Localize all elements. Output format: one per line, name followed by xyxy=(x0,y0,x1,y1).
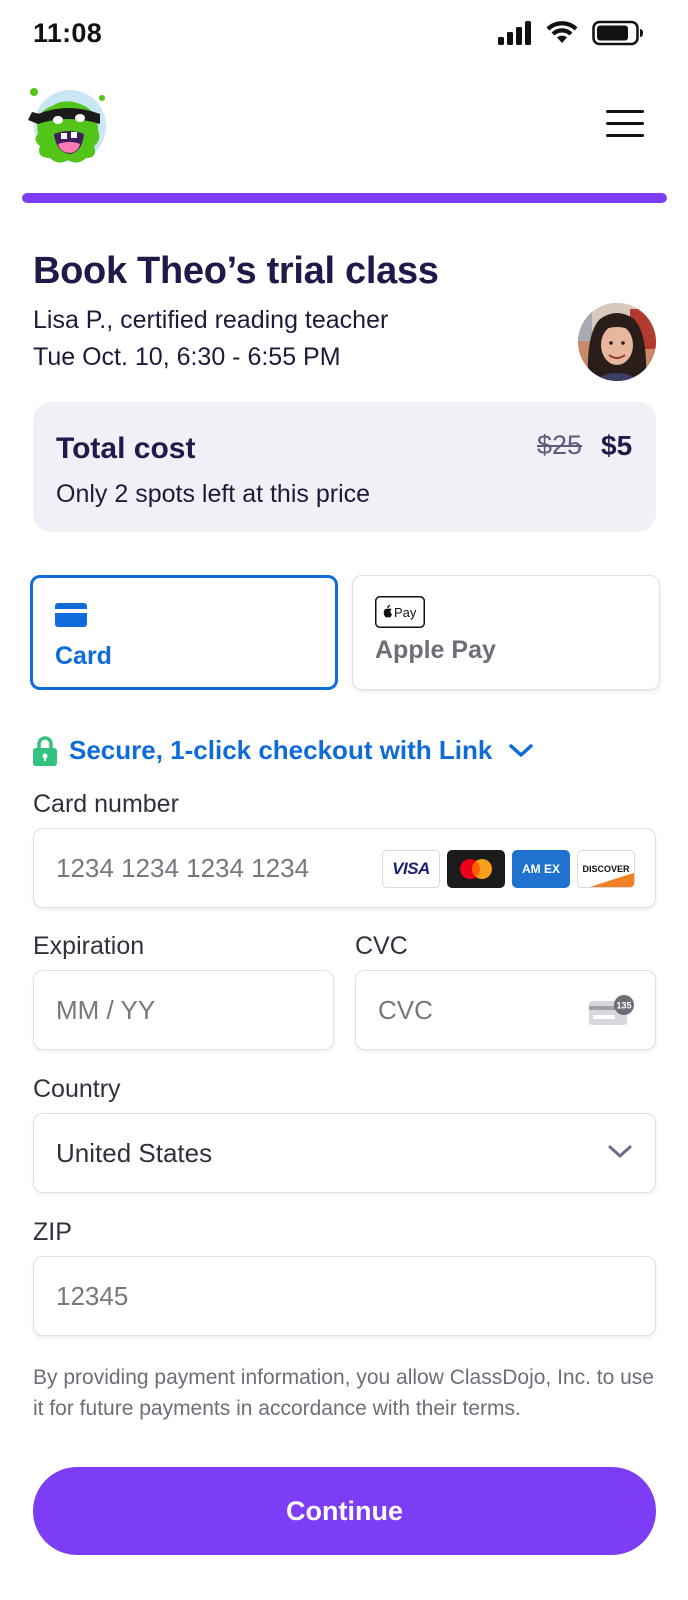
payment-disclaimer: By providing payment information, you al… xyxy=(33,1366,654,1420)
signal-icon xyxy=(498,21,531,45)
country-label: Country xyxy=(33,1075,121,1103)
chevron-down-icon xyxy=(509,743,534,757)
hamburger-menu-icon[interactable] xyxy=(606,110,644,142)
svg-text:135: 135 xyxy=(616,1001,631,1011)
link-checkout-toggle[interactable]: Secure, 1-click checkout with Link xyxy=(33,735,534,766)
menu-line xyxy=(606,110,644,113)
tab-card[interactable]: Card xyxy=(30,575,338,690)
class-datetime: Tue Oct. 10, 6:30 - 6:55 PM xyxy=(33,343,341,371)
total-cost-label: Total cost xyxy=(56,432,196,465)
mastercard-icon xyxy=(447,850,505,888)
discounted-price: $5 xyxy=(601,430,633,461)
total-cost-card: Total cost $25 $5 Only 2 spots left at t… xyxy=(33,402,656,532)
wifi-icon xyxy=(546,21,578,43)
cvc-input[interactable]: CVC 135 xyxy=(355,970,656,1050)
app-header xyxy=(0,80,688,180)
credit-card-icon xyxy=(55,603,87,627)
tab-apple-pay-label: Apple Pay xyxy=(375,636,496,664)
visa-icon: VISA xyxy=(382,850,440,888)
discover-icon: DISCOVER xyxy=(577,850,635,888)
expiration-label: Expiration xyxy=(33,932,145,960)
progress-fill xyxy=(22,193,667,203)
battery-icon xyxy=(592,20,643,46)
classdojo-logo-icon[interactable] xyxy=(24,84,110,168)
link-checkout-text: Secure, 1-click checkout with Link xyxy=(69,735,493,765)
country-value: United States xyxy=(56,1138,213,1168)
chevron-down-icon xyxy=(608,1145,632,1158)
card-number-placeholder: 1234 1234 1234 1234 xyxy=(56,853,310,883)
apple-pay-icon: Pay xyxy=(375,596,425,628)
menu-line xyxy=(606,122,644,125)
discover-text: DISCOVER xyxy=(582,864,630,874)
zip-placeholder: 12345 xyxy=(56,1281,129,1311)
expiration-input[interactable]: MM / YY xyxy=(33,970,334,1050)
card-number-input[interactable]: 1234 1234 1234 1234 VISA AM EX DISCOVER xyxy=(33,828,656,908)
status-icons xyxy=(498,20,644,46)
progress-bar xyxy=(22,193,667,203)
spots-left-note: Only 2 spots left at this price xyxy=(56,480,371,508)
card-number-label: Card number xyxy=(33,790,179,818)
teacher-avatar xyxy=(578,303,656,381)
cvc-label: CVC xyxy=(355,932,408,960)
continue-button[interactable]: Continue xyxy=(33,1467,656,1555)
country-select[interactable]: United States xyxy=(33,1113,656,1193)
cvc-placeholder: CVC xyxy=(378,995,433,1025)
page-title: Book Theo’s trial class xyxy=(33,250,439,292)
amex-icon: AM EX xyxy=(512,850,570,888)
teacher-info: Lisa P., certified reading teacher xyxy=(33,306,389,334)
status-time: 11:08 xyxy=(33,18,103,48)
svg-text:Pay: Pay xyxy=(394,605,417,620)
original-price: $25 xyxy=(537,430,583,460)
tab-card-label: Card xyxy=(55,642,112,670)
zip-input[interactable]: 12345 xyxy=(33,1256,656,1336)
expiration-placeholder: MM / YY xyxy=(56,995,156,1025)
zip-label: ZIP xyxy=(33,1218,72,1246)
lock-icon xyxy=(33,735,57,766)
card-brand-logos: VISA AM EX DISCOVER xyxy=(382,850,635,888)
tab-apple-pay[interactable]: Pay Apple Pay xyxy=(352,575,660,690)
cvc-card-icon: 135 xyxy=(589,995,634,1025)
menu-line xyxy=(606,134,644,137)
status-bar: 11:08 xyxy=(0,0,688,66)
